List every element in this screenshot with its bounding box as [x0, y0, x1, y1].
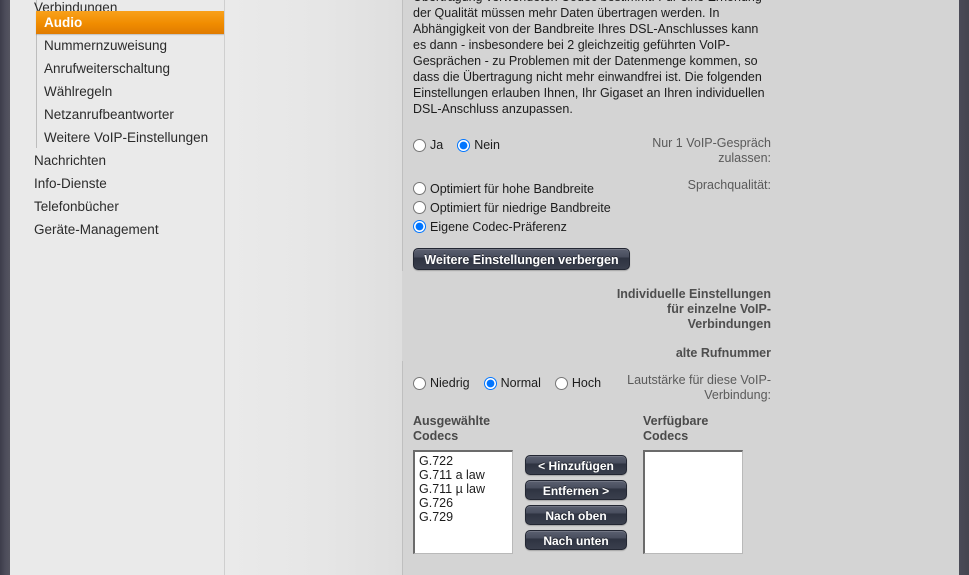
- voice-quality-option-low[interactable]: Optimiert für niedrige Bandbreite: [413, 200, 611, 215]
- audio-intro-paragraph: Übertragung verwendeten Codec bestimmt. …: [413, 0, 765, 116]
- volume-option-niedrig[interactable]: Niedrig: [413, 376, 470, 390]
- sidebar-item-audio[interactable]: Audio: [36, 11, 224, 34]
- sidebar-item-label: Info-Dienste: [34, 176, 107, 191]
- sidebar-item-nummernzuweisung[interactable]: Nummernzuweisung: [10, 34, 224, 57]
- volume-radio-hoch[interactable]: [554, 376, 568, 390]
- sidebar-item-verbindungen[interactable]: Verbindungen: [10, 0, 224, 11]
- divider-lower: [402, 361, 403, 575]
- sidebar-item-label: Nachrichten: [34, 153, 107, 168]
- single-call-radio-group[interactable]: Ja Nein: [413, 138, 500, 152]
- move-down-button[interactable]: Nach unten: [525, 530, 627, 550]
- sidebar-item-label: Audio: [44, 15, 83, 30]
- add-codec-button[interactable]: < Hinzufügen: [525, 455, 627, 475]
- volume-radio-normal[interactable]: [483, 376, 497, 390]
- sidebar-item-telefonbuecher[interactable]: Telefonbücher: [10, 195, 224, 218]
- volume-radio-niedrig[interactable]: [413, 376, 426, 390]
- sidebar-item-anrufweiterschaltung[interactable]: Anrufweiterschaltung: [10, 57, 224, 80]
- sidebar-item-label: Geräte-Management: [34, 222, 159, 237]
- list-item[interactable]: G.711 a law: [417, 468, 512, 482]
- old-number-label: alte Rufnummer: [675, 346, 771, 360]
- volume-label-hoch: Hoch: [571, 376, 602, 390]
- available-codecs-listbox[interactable]: [643, 450, 743, 554]
- sidebar-item-netzanrufbeantworter[interactable]: Netzanrufbeantworter: [10, 103, 224, 126]
- toggle-advanced-settings-button[interactable]: Weitere Einstellungen verbergen: [413, 248, 630, 270]
- list-item[interactable]: G.729: [417, 510, 512, 524]
- move-up-button[interactable]: Nach oben: [525, 505, 627, 525]
- voice-quality-option-high[interactable]: Optimiert für hohe Bandbreite: [413, 181, 611, 196]
- selected-codecs-heading-line1: Ausgewählte: [413, 414, 491, 428]
- sidebar-navigation: Verbindungen Audio Nummernzuweisung Anru…: [10, 0, 225, 575]
- page-root: Verbindungen Audio Nummernzuweisung Anru…: [0, 0, 969, 575]
- selected-codecs-heading: Ausgewählte Codecs: [413, 414, 490, 444]
- individual-settings-line1: Individuelle Einstellungen: [616, 287, 771, 301]
- sidebar-item-label: Weitere VoIP-Einstellungen: [44, 130, 209, 145]
- available-codecs-heading-line1: Verfügbare: [643, 414, 709, 428]
- sidebar-item-label: Nummernzuweisung: [44, 38, 168, 53]
- single-call-label-ja: Ja: [430, 138, 444, 152]
- volume-label: Lautstärke für diese VoIP- Verbindung:: [627, 373, 771, 403]
- list-item[interactable]: G.726: [417, 496, 512, 510]
- sidebar-item-info-dienste[interactable]: Info-Dienste: [10, 172, 224, 195]
- single-call-label-line1: Nur 1 VoIP-Gespräch: [652, 136, 771, 150]
- available-codecs-heading-line2: Codecs: [643, 429, 689, 443]
- available-codecs-heading: Verfügbare Codecs: [643, 414, 708, 444]
- remove-codec-button[interactable]: Entfernen >: [525, 480, 627, 500]
- label-column-background: [225, 0, 402, 575]
- single-call-option-nein[interactable]: Nein: [457, 138, 500, 152]
- single-call-radio-nein[interactable]: [457, 138, 471, 152]
- sidebar-item-label: Netzanrufbeantworter: [44, 107, 174, 122]
- left-edge-rail: [0, 0, 10, 575]
- selected-codecs-heading-line2: Codecs: [413, 429, 459, 443]
- individual-settings-label: Individuelle Einstellungen für einzelne …: [617, 287, 771, 332]
- individual-settings-line3: Verbindungen: [687, 317, 771, 331]
- voice-quality-label-custom: Eigene Codec-Präferenz: [430, 219, 567, 234]
- volume-option-hoch[interactable]: Hoch: [554, 376, 602, 390]
- settings-content-panel: Übertragung verwendeten Codec bestimmt. …: [225, 0, 959, 575]
- sidebar-menu-list: Verbindungen Audio Nummernzuweisung Anru…: [10, 0, 224, 241]
- voice-quality-radio-high[interactable]: [413, 182, 426, 195]
- sidebar-item-waehlregeln[interactable]: Wählregeln: [10, 80, 224, 103]
- voice-quality-radio-low[interactable]: [413, 201, 426, 214]
- volume-label-line2: Verbindung:: [704, 388, 771, 402]
- voice-quality-label: Sprachqualität:: [687, 178, 771, 192]
- list-item[interactable]: G.722: [417, 454, 512, 468]
- individual-settings-line2: für einzelne VoIP-: [667, 302, 771, 316]
- voice-quality-radio-custom[interactable]: [413, 220, 426, 233]
- voice-quality-option-custom[interactable]: Eigene Codec-Präferenz: [413, 219, 611, 234]
- single-call-label: Nur 1 VoIP-Gespräch zulassen:: [652, 136, 771, 166]
- sidebar-item-label: Telefonbücher: [34, 199, 119, 214]
- selected-codecs-listbox[interactable]: G.722 G.711 a law G.711 µ law G.726 G.72…: [413, 450, 513, 554]
- volume-label-niedrig: Niedrig: [430, 376, 470, 390]
- volume-option-normal[interactable]: Normal: [483, 376, 541, 390]
- volume-radio-group[interactable]: Niedrig Normal Hoch: [413, 376, 601, 390]
- sidebar-item-label: Verbindungen: [34, 0, 118, 11]
- toggle-advanced-settings-wrapper: Weitere Einstellungen verbergen: [413, 248, 630, 270]
- list-item[interactable]: G.711 µ law: [417, 482, 512, 496]
- single-call-label-nein: Nein: [474, 138, 500, 152]
- voice-quality-label-high: Optimiert für hohe Bandbreite: [430, 181, 594, 196]
- sidebar-item-weitere-voip-einstellungen[interactable]: Weitere VoIP-Einstellungen: [10, 126, 224, 149]
- single-call-radio-ja[interactable]: [413, 138, 426, 152]
- right-edge-rail: [959, 0, 969, 575]
- single-call-option-ja[interactable]: Ja: [413, 138, 443, 152]
- sidebar-item-nachrichten[interactable]: Nachrichten: [10, 149, 224, 172]
- sidebar-item-geraete-management[interactable]: Geräte-Management: [10, 218, 224, 241]
- voice-quality-label-low: Optimiert für niedrige Bandbreite: [430, 200, 611, 215]
- codec-transfer-button-group: < Hinzufügen Entfernen > Nach oben Nach …: [525, 455, 627, 550]
- sidebar-item-label: Anrufweiterschaltung: [44, 61, 171, 76]
- volume-label-line1: Lautstärke für diese VoIP-: [627, 373, 771, 387]
- divider-upper: [402, 0, 403, 271]
- volume-label-normal: Normal: [500, 376, 541, 390]
- single-call-label-line2: zulassen:: [718, 151, 771, 165]
- sidebar-item-label: Wählregeln: [44, 84, 113, 99]
- voice-quality-radio-group[interactable]: Optimiert für hohe Bandbreite Optimiert …: [413, 181, 611, 238]
